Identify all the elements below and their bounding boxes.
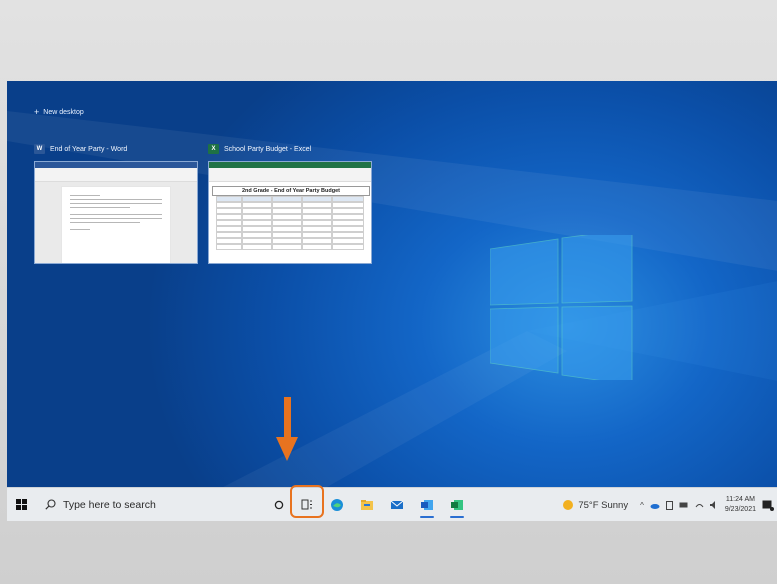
clock[interactable]: 11:24 AM 9/23/2021 [725, 495, 756, 515]
cortana-icon [274, 500, 284, 509]
window-thumbnail-excel[interactable]: X School Party Budget - Excel 2nd Grade … [208, 143, 372, 264]
start-button[interactable] [9, 488, 33, 522]
mail-icon [390, 500, 404, 509]
window-title-bar: X School Party Budget - Excel [208, 143, 372, 155]
screenshot-frame: + New desktop W End of Year Party - Word [0, 0, 777, 584]
system-tray: 75°F Sunny ^ 11:24 AM 9/23/2021 [563, 488, 774, 521]
taskbar: Type here to search 75°F Sunny ^ 11:24 A… [7, 484, 777, 522]
battery-icon[interactable] [679, 501, 689, 509]
network-icon[interactable] [695, 501, 704, 509]
word-taskbar-button[interactable] [415, 491, 439, 519]
meet-now-icon[interactable] [665, 500, 673, 510]
new-desktop-label: New desktop [43, 109, 84, 116]
mail-button[interactable] [385, 491, 409, 519]
cortana-button[interactable] [267, 491, 291, 519]
windows-start-icon [15, 499, 27, 510]
excel-taskbar-button[interactable] [445, 491, 469, 519]
window-title-bar: W End of Year Party - Word [34, 143, 198, 155]
document-page [61, 186, 171, 263]
excel-icon [451, 499, 463, 510]
search-icon [45, 499, 56, 510]
search-box[interactable]: Type here to search [37, 491, 247, 519]
sheet-heading: 2nd Grade - End of Year Party Budget [212, 186, 370, 196]
desktop: + New desktop W End of Year Party - Word [7, 81, 777, 521]
chevron-up-icon[interactable]: ^ [640, 501, 644, 510]
clock-date: 9/23/2021 [724, 506, 756, 513]
edge-button[interactable] [325, 491, 349, 519]
weather-widget[interactable]: 75°F Sunny [563, 500, 628, 511]
edge-icon [331, 498, 343, 511]
file-explorer-button[interactable] [355, 491, 379, 519]
weather-text: 75°F Sunny [578, 499, 629, 511]
word-icon [421, 499, 433, 510]
sun-icon [563, 500, 574, 510]
window-preview [34, 161, 198, 264]
running-indicator [420, 515, 434, 518]
window-title: School Party Budget - Excel [224, 145, 312, 153]
excel-icon: X [208, 144, 219, 154]
onedrive-icon[interactable] [650, 502, 660, 509]
notifications-icon[interactable] [762, 500, 774, 511]
file-explorer-icon [361, 499, 373, 510]
sheet-grid [216, 196, 370, 250]
task-view-button[interactable] [290, 484, 324, 519]
word-icon: W [34, 144, 45, 154]
task-view-highlight [290, 484, 324, 518]
clock-time: 11:24 AM [725, 496, 755, 503]
plus-icon: + [34, 107, 40, 117]
spreadsheet: 2nd Grade - End of Year Party Budget [212, 186, 370, 250]
arrow-down-icon [276, 397, 298, 461]
running-indicator [450, 515, 464, 518]
volume-icon[interactable] [709, 501, 719, 509]
window-title: End of Year Party - Word [50, 145, 128, 153]
windows-logo-wallpaper [490, 235, 633, 380]
window-thumbnail-word[interactable]: W End of Year Party - Word [34, 143, 198, 264]
window-preview: 2nd Grade - End of Year Party Budget [208, 161, 372, 264]
search-placeholder: Type here to search [63, 498, 156, 511]
new-desktop-button[interactable]: + New desktop [34, 108, 84, 117]
